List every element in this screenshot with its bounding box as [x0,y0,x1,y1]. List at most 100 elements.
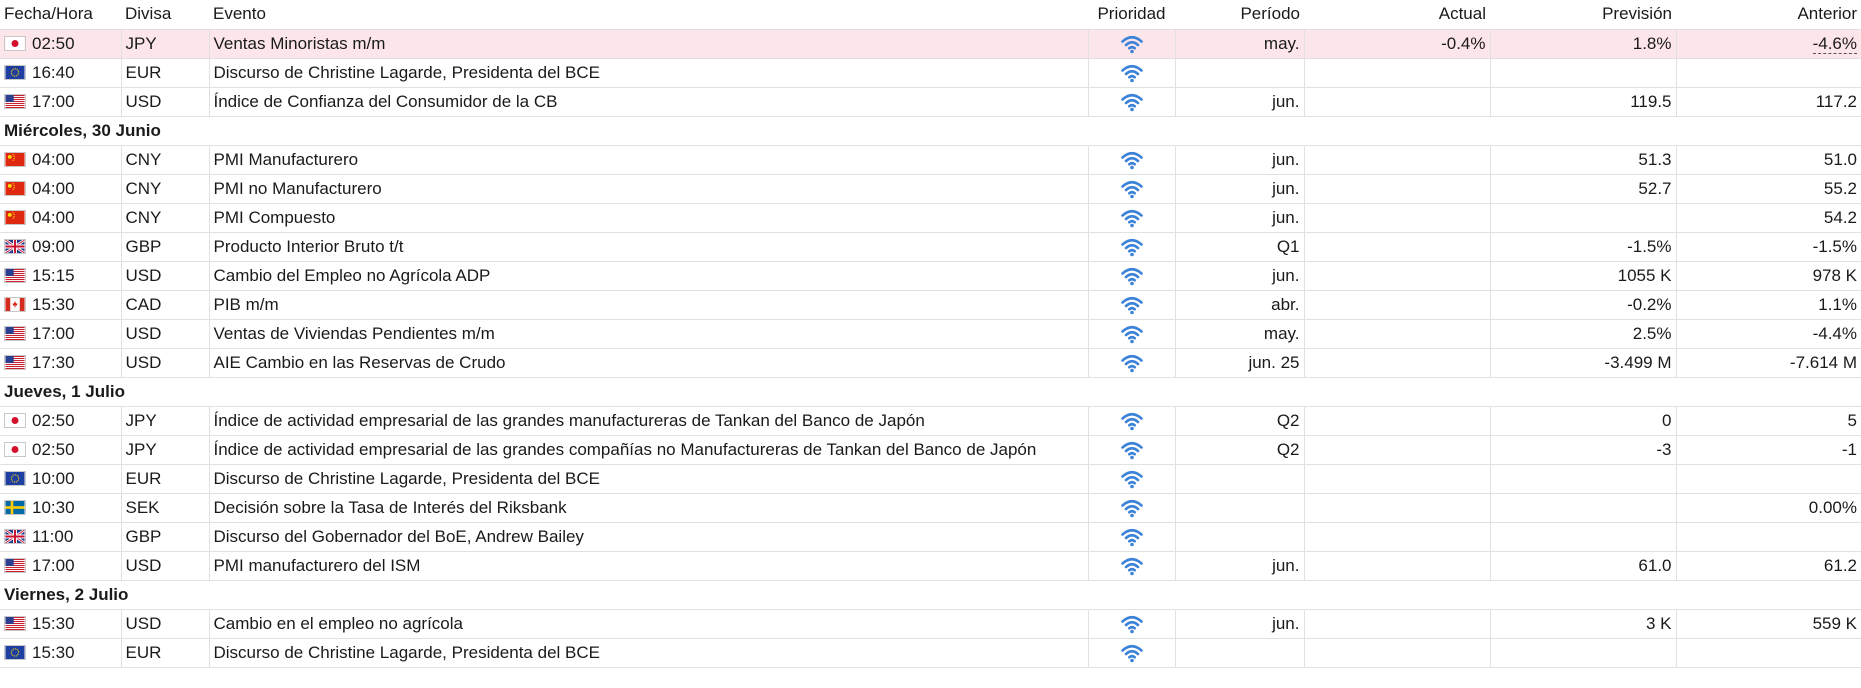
event-actual [1303,290,1490,320]
event-row[interactable]: 15:30 CAD PIB m/m abr. -0.2% 1.1% [0,290,1861,320]
event-time-cell: 15:15 [0,261,121,291]
event-time-cell: 15:30 [0,609,121,639]
priority-cell [1087,319,1175,349]
priority-cell [1087,290,1175,320]
event-row[interactable]: 09:00 GBP Producto Interior Bruto t/t Q1 -1.… [0,232,1861,262]
event-row[interactable]: 11:00 GBP Discurso del Gobernador del BoE,… [0,522,1861,552]
event-name[interactable]: Cambio en el empleo no agrícola [208,609,1088,639]
event-name[interactable]: Discurso de Christine Lagarde, President… [208,638,1088,668]
priority-signal-icon [1120,469,1144,489]
col-header-currency[interactable]: Divisa [121,0,209,30]
event-period: Q2 [1174,406,1304,436]
col-header-period[interactable]: Período [1175,0,1304,30]
event-row[interactable]: 04:00 CNY PMI no Manufacturero jun. 52.7 55.2 [0,174,1861,204]
event-row[interactable]: 17:00 USD Ventas de Viviendas Pendientes m… [0,319,1861,349]
event-row[interactable]: 16:40 EUR Discurso de Christine Lagarde, P… [0,58,1861,88]
event-previous: -1.5% [1812,236,1857,256]
event-actual [1303,261,1490,291]
event-name[interactable]: Ventas Minoristas m/m [208,29,1088,59]
day-header-row: Jueves, 1 Julio [0,377,1861,407]
col-header-datetime[interactable]: Fecha/Hora [0,0,121,30]
day-label: Miércoles, 30 Junio [0,116,1861,146]
event-forecast: 3 K [1489,609,1676,639]
event-row[interactable]: 02:50 JPY Índice de actividad empresarial … [0,406,1861,436]
event-time-cell: 17:30 [0,348,121,378]
event-row[interactable]: 15:15 USD Cambio del Empleo no Agrícola AD… [0,261,1861,291]
event-row[interactable]: 10:00 EUR Discurso de Christine Lagarde, P… [0,464,1861,494]
event-name[interactable]: Discurso del Gobernador del BoE, Andrew … [208,522,1088,552]
day-header-row: Viernes, 2 Julio [0,580,1861,610]
event-row[interactable]: 15:30 USD Cambio en el empleo no agrícola j… [0,609,1861,639]
event-name[interactable]: Discurso de Christine Lagarde, President… [208,58,1088,88]
col-header-previous[interactable]: Anterior [1676,0,1861,30]
event-name[interactable]: PMI Manufacturero [208,145,1088,175]
usa-flag-icon [4,354,26,370]
col-header-forecast[interactable]: Previsión [1490,0,1676,30]
event-row[interactable]: 17:00 USD PMI manufacturero del ISM jun. 61.… [0,551,1861,581]
event-forecast: -0.2% [1489,290,1676,320]
event-actual [1303,551,1490,581]
event-name[interactable]: PMI manufacturero del ISM [208,551,1088,581]
event-name[interactable]: Índice de actividad empresarial de las g… [208,435,1088,465]
event-name[interactable]: PIB m/m [208,290,1088,320]
event-time: 15:30 [32,294,75,314]
event-time: 02:50 [32,439,75,459]
event-name[interactable]: Cambio del Empleo no Agrícola ADP [208,261,1088,291]
event-time-cell: 11:00 [0,522,121,552]
event-time: 04:00 [32,149,75,169]
event-name[interactable]: Índice de actividad empresarial de las g… [208,406,1088,436]
event-currency: GBP [120,232,209,262]
event-currency: USD [120,348,209,378]
priority-signal-icon [1120,556,1144,576]
event-name[interactable]: Discurso de Christine Lagarde, President… [208,464,1088,494]
event-row[interactable]: 02:50 JPY Índice de actividad empresarial … [0,435,1861,465]
event-forecast: 1.8% [1489,29,1676,59]
event-name[interactable]: Índice de Confianza del Consumidor de la… [208,87,1088,117]
priority-cell [1087,406,1175,436]
event-period: jun. [1174,261,1304,291]
eu-flag-icon [4,644,26,660]
col-header-actual[interactable]: Actual [1304,0,1490,30]
event-period [1174,493,1304,523]
col-header-priority[interactable]: Prioridad [1088,0,1175,30]
event-row[interactable]: 17:30 USD AIE Cambio en las Reservas de Cr… [0,348,1861,378]
event-time: 15:30 [32,642,75,662]
event-forecast: 51.3 [1489,145,1676,175]
priority-cell [1087,203,1175,233]
event-name[interactable]: PMI Compuesto [208,203,1088,233]
col-header-event[interactable]: Evento [209,0,1088,30]
event-period: Q2 [1174,435,1304,465]
event-row[interactable]: 15:30 EUR Discurso de Christine Lagarde, P… [0,638,1861,668]
priority-cell [1087,174,1175,204]
event-previous: 0.00% [1808,497,1857,517]
event-row[interactable]: 04:00 CNY PMI Compuesto jun. 54.2 [0,203,1861,233]
event-previous-cell [1675,58,1861,88]
event-time: 10:00 [32,468,75,488]
event-row[interactable]: 02:50 JPY Ventas Minoristas m/m may. -0.4% 1.… [0,29,1861,59]
event-time: 04:00 [32,207,75,227]
event-name[interactable]: PMI no Manufacturero [208,174,1088,204]
event-name[interactable]: Decisión sobre la Tasa de Interés del Ri… [208,493,1088,523]
priority-cell [1087,261,1175,291]
priority-signal-icon [1120,324,1144,344]
event-time-cell: 17:00 [0,319,121,349]
event-time: 10:30 [32,497,75,517]
event-name[interactable]: AIE Cambio en las Reservas de Crudo [208,348,1088,378]
event-actual [1303,493,1490,523]
event-period: may. [1174,29,1304,59]
event-previous-cell: 978 K [1675,261,1861,291]
priority-cell [1087,232,1175,262]
event-name[interactable]: Producto Interior Bruto t/t [208,232,1088,262]
event-previous-cell: -4.4% [1675,319,1861,349]
priority-signal-icon [1120,92,1144,112]
event-currency: SEK [120,493,209,523]
event-row[interactable]: 10:30 SEK Decisión sobre la Tasa de Interé… [0,493,1861,523]
event-row[interactable]: 04:00 CNY PMI Manufacturero jun. 51.3 51.0 [0,145,1861,175]
event-name[interactable]: Ventas de Viviendas Pendientes m/m [208,319,1088,349]
event-actual [1303,609,1490,639]
priority-cell [1087,58,1175,88]
priority-cell [1087,638,1175,668]
event-row[interactable]: 17:00 USD Índice de Confianza del Consumid… [0,87,1861,117]
event-time: 15:30 [32,613,75,633]
event-forecast: 119.5 [1489,87,1676,117]
